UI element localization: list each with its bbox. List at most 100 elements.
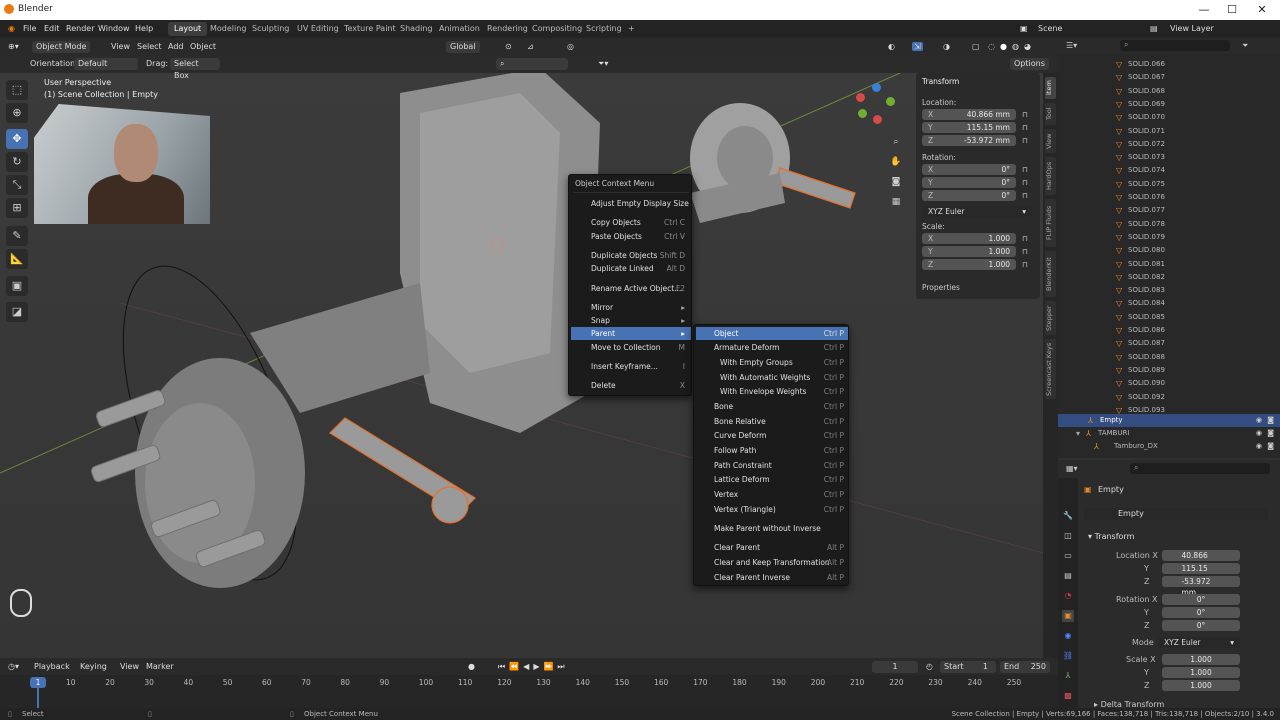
menu-item-delete[interactable]: Delete X (571, 379, 691, 392)
lock-icon[interactable]: ⊓ (1022, 123, 1028, 132)
tab-blenderkit[interactable]: BlenderKit (1045, 251, 1056, 297)
prop-location-y[interactable]: 115.15 mm (1162, 563, 1240, 584)
workspace-layout[interactable]: Layout (168, 22, 208, 36)
submenu-item-empty-groups[interactable]: With Empty Groups Ctrl P (696, 356, 848, 369)
menu-item-duplicate-objects[interactable]: Duplicate Objects Shift D (571, 249, 691, 262)
add-cube-tool[interactable]: ▣ (6, 276, 28, 296)
menu-edit[interactable]: Edit (44, 24, 60, 33)
menu-item-paste-objects[interactable]: Paste Objects Ctrl V (571, 230, 691, 243)
zoom-icon[interactable]: ⌕ (888, 134, 904, 150)
tab-flip-fluids[interactable]: FLIP Fluids (1045, 199, 1056, 247)
submenu-item-object[interactable]: Object Ctrl P (696, 327, 848, 340)
outliner-row[interactable]: ▽ SOLID.074 (1058, 164, 1280, 177)
submenu-item-envelope-weights[interactable]: With Envelope Weights Ctrl P (696, 385, 848, 398)
filter-icon[interactable]: ⏷▾ (598, 59, 608, 69)
lock-icon[interactable]: ⊓ (1022, 165, 1028, 174)
submenu-item-path-constraint[interactable]: Path Constraint Ctrl P (696, 459, 848, 472)
outliner-row[interactable]: ▽ SOLID.084 (1058, 297, 1280, 310)
workspace-texture-paint[interactable]: Texture Paint (338, 22, 402, 36)
menu-view[interactable]: View (111, 42, 130, 51)
workspace-sculpting[interactable]: Sculpting (246, 22, 295, 36)
data-props-icon[interactable]: ⅄ (1062, 670, 1074, 682)
outliner-row[interactable]: ▽ SOLID.090 (1058, 377, 1280, 390)
cursor-tool[interactable]: ⊕ (6, 103, 28, 123)
rotation-x-field[interactable]: X 0° (922, 164, 1016, 175)
gizmo-y-axis-neg[interactable] (886, 97, 895, 106)
gizmo-z-axis[interactable] (872, 83, 881, 92)
tab-hardops[interactable]: HardOps (1045, 157, 1056, 195)
outliner-row[interactable]: ▽ SOLID.087 (1058, 337, 1280, 350)
physics-props-icon[interactable]: ◉ (1062, 630, 1074, 642)
shading-solid-icon[interactable]: ● (1000, 42, 1007, 51)
maximize-button[interactable]: ☐ (1218, 2, 1246, 18)
gizmo-x-axis[interactable] (856, 93, 865, 102)
outliner-row[interactable]: ▽ SOLID.092 (1058, 391, 1280, 404)
submenu-item-clear-parent-inverse[interactable]: Clear Parent Inverse Alt P (696, 571, 848, 584)
location-z-field[interactable]: Z -53.972 mm (922, 135, 1016, 146)
prop-scale-x[interactable]: 1.000 (1162, 654, 1240, 665)
outliner-row[interactable]: ▽ SOLID.066 (1058, 58, 1280, 71)
render-props-icon[interactable]: ◫ (1062, 530, 1074, 542)
shading-wireframe-icon[interactable]: ◌ (988, 42, 995, 51)
lock-icon[interactable]: ⊓ (1022, 110, 1028, 119)
menu-add[interactable]: Add (168, 42, 184, 51)
scale-tool[interactable]: ⤡ (6, 175, 28, 195)
menu-render[interactable]: Render (66, 24, 94, 33)
workspace-scripting[interactable]: Scripting (580, 22, 628, 36)
submenu-item-automatic-weights[interactable]: With Automatic Weights Ctrl P (696, 371, 848, 384)
viewport-search-input[interactable]: ⌕ (496, 58, 568, 70)
workspace-animation[interactable]: Animation (433, 22, 486, 36)
menu-item-duplicate-linked[interactable]: Duplicate Linked Alt D (571, 262, 691, 275)
constraints-props-icon[interactable]: ⛓ (1062, 650, 1074, 662)
lock-icon[interactable]: ⊓ (1022, 136, 1028, 145)
submenu-item-vertex-triangle[interactable]: Vertex (Triangle) Ctrl P (696, 503, 848, 516)
blender-menu-icon[interactable]: ◉ (8, 24, 15, 33)
measure-tool[interactable]: 📐 (6, 249, 28, 269)
menu-item-parent[interactable]: Parent ▸ (571, 327, 691, 340)
tab-item[interactable]: Item (1045, 77, 1056, 99)
outliner-row[interactable]: ▽ SOLID.069 (1058, 98, 1280, 111)
options-button[interactable]: Options (1010, 58, 1049, 70)
object-name-field[interactable]: Empty (1084, 508, 1268, 520)
view-layer-selector[interactable]: View Layer (1170, 24, 1214, 33)
drag-selector[interactable]: Select Box (170, 58, 220, 80)
prop-location-z[interactable]: -53.972 mm (1162, 576, 1240, 597)
move-tool[interactable]: ✥ (6, 129, 28, 149)
menu-window[interactable]: Window (98, 24, 130, 33)
transform-orientation-selector[interactable]: Global (446, 41, 480, 53)
submenu-item-clear-parent[interactable]: Clear Parent Alt P (696, 541, 848, 554)
pan-hand-icon[interactable]: ✋ (888, 154, 904, 170)
transform-panel-title[interactable]: Transform (922, 77, 959, 86)
prop-rotation-y[interactable]: 0° (1162, 607, 1240, 618)
current-frame-field[interactable]: 1 (872, 661, 918, 673)
outliner-row[interactable]: ▽ SOLID.079 (1058, 231, 1280, 244)
xray-icon[interactable]: ▢ (972, 42, 980, 51)
outliner-row[interactable]: ▽ SOLID.083 (1058, 284, 1280, 297)
clock-icon[interactable]: ◴ (926, 662, 933, 671)
submenu-item-armature-deform[interactable]: Armature Deform Ctrl P (696, 341, 848, 354)
outliner-row[interactable]: ▽ SOLID.082 (1058, 271, 1280, 284)
lock-icon[interactable]: ⊓ (1022, 191, 1028, 200)
outliner-filter-icon[interactable]: ⏷ (1242, 41, 1248, 51)
menu-item-copy-objects[interactable]: Copy Objects Ctrl C (571, 216, 691, 229)
rotation-mode-selector[interactable]: XYZ Euler ▾ (922, 206, 1032, 217)
mode-selector[interactable]: Object Mode (32, 41, 91, 53)
tab-tool[interactable]: Tool (1045, 103, 1056, 125)
menu-select[interactable]: Select (137, 42, 162, 51)
outliner-search-input[interactable]: ⌕ (1120, 40, 1230, 51)
record-icon[interactable]: ● (468, 662, 475, 671)
lock-icon[interactable]: ⊓ (1022, 247, 1028, 256)
outliner-row[interactable]: ▽ SOLID.076 (1058, 191, 1280, 204)
playback-controls[interactable]: ⏮⏪◀▶⏩⏭ (498, 662, 569, 672)
scale-y-field[interactable]: Y 1.000 (922, 246, 1016, 257)
scene-props-icon[interactable]: ◔ (1062, 590, 1074, 602)
grid-icon[interactable]: ▦ (888, 194, 904, 210)
outliner-row-empty[interactable]: ⅄ Empty ◉ ◙ (1058, 414, 1280, 428)
pivot-icon[interactable]: ⊙ (505, 42, 512, 51)
tab-screencast-keys[interactable]: Screencast Keys (1045, 339, 1056, 399)
outliner-row-tamburi[interactable]: ▾ ⅄ TAMBURI ◉ ◙ (1058, 427, 1280, 440)
rotation-y-field[interactable]: Y 0° (922, 177, 1016, 188)
gizmo-x-axis-neg[interactable] (873, 115, 882, 124)
output-props-icon[interactable]: ▭ (1062, 550, 1074, 562)
gizmo-toggle-icon[interactable]: ⇲ (912, 42, 923, 51)
